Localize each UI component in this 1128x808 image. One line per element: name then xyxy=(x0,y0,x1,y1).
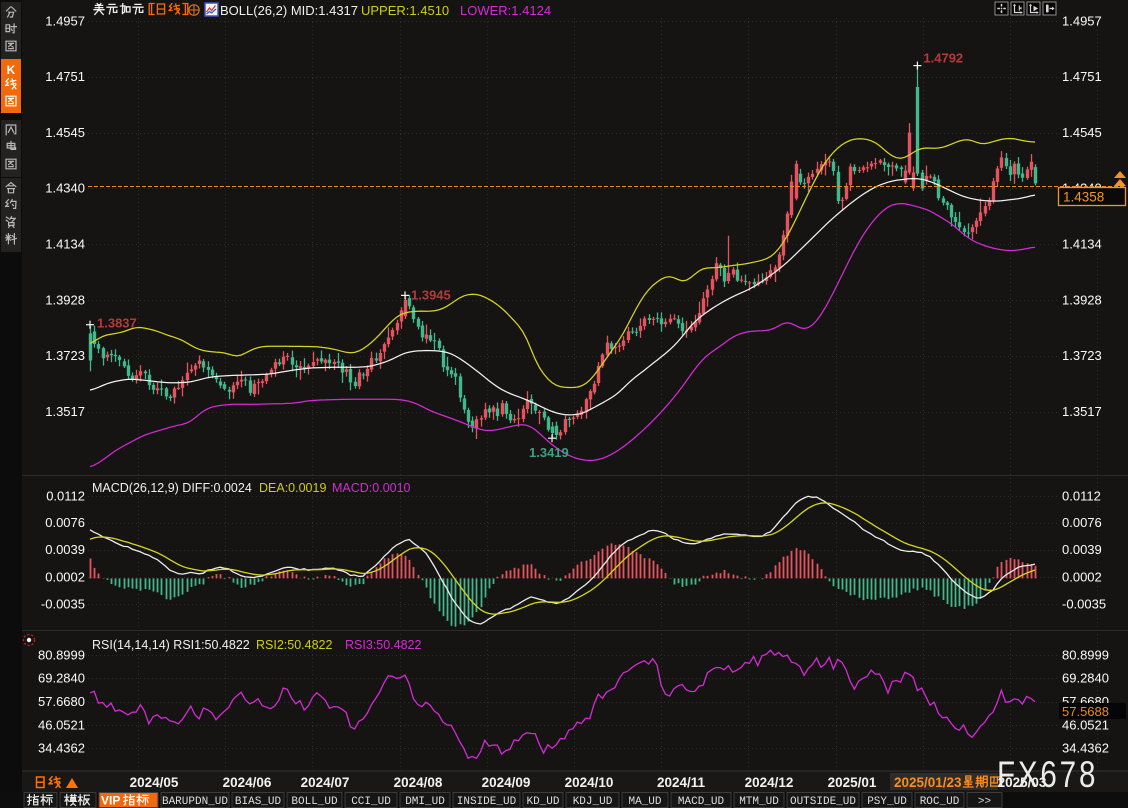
svg-text:0.0039: 0.0039 xyxy=(1062,542,1102,557)
svg-text:DEA:0.0019: DEA:0.0019 xyxy=(259,481,326,495)
svg-text:1.3723: 1.3723 xyxy=(1062,348,1102,363)
svg-text:1.4134: 1.4134 xyxy=(45,237,85,252)
svg-text:2025/01: 2025/01 xyxy=(828,775,877,790)
svg-text:2024/08: 2024/08 xyxy=(394,775,443,790)
svg-text:FX678: FX678 xyxy=(997,755,1098,796)
svg-text:2024/07: 2024/07 xyxy=(301,775,350,790)
svg-text:34.4362: 34.4362 xyxy=(1062,741,1109,756)
svg-text:RSI(14,14,14) RSI1:50.4822: RSI(14,14,14) RSI1:50.4822 xyxy=(92,638,250,652)
svg-text:1.3928: 1.3928 xyxy=(1062,293,1102,308)
svg-text:MACD_UD: MACD_UD xyxy=(678,796,725,808)
svg-text:2024/11: 2024/11 xyxy=(657,775,706,790)
svg-text:1.4792: 1.4792 xyxy=(923,51,963,66)
svg-text:CCI_UD: CCI_UD xyxy=(351,796,391,808)
svg-text:1.4340: 1.4340 xyxy=(45,181,85,196)
svg-text:0.0002: 0.0002 xyxy=(1062,569,1102,584)
svg-text:BARUPDN_UD: BARUPDN_UD xyxy=(162,796,228,808)
svg-text:ROC_UD: ROC_UD xyxy=(920,796,960,808)
svg-text:UPPER:1.4510: UPPER:1.4510 xyxy=(361,3,449,18)
svg-text:57.5688: 57.5688 xyxy=(1062,704,1109,719)
svg-text:-0.0035: -0.0035 xyxy=(1062,597,1106,612)
svg-text:MACD(26,12,9) DIFF:0.0024: MACD(26,12,9) DIFF:0.0024 xyxy=(92,481,252,495)
svg-text:0.0112: 0.0112 xyxy=(46,489,85,504)
svg-text:69.2840: 69.2840 xyxy=(38,671,85,686)
svg-text:1.4751: 1.4751 xyxy=(45,69,85,84)
svg-text:34.4362: 34.4362 xyxy=(38,741,85,756)
svg-text:0.0112: 0.0112 xyxy=(1062,489,1101,504)
svg-text:1.3928: 1.3928 xyxy=(45,293,85,308)
svg-text:2024/09: 2024/09 xyxy=(482,775,531,790)
svg-text:PSY_UD: PSY_UD xyxy=(867,796,907,808)
svg-text:1.3723: 1.3723 xyxy=(45,348,85,363)
svg-text:1.4545: 1.4545 xyxy=(45,125,85,140)
svg-text:OUTSIDE_UD: OUTSIDE_UD xyxy=(790,796,856,808)
svg-text:0.0076: 0.0076 xyxy=(1062,515,1102,530)
svg-text:2024/06: 2024/06 xyxy=(223,775,272,790)
svg-text:BOLL_UD: BOLL_UD xyxy=(291,796,338,808)
svg-text:2024/05: 2024/05 xyxy=(130,775,179,790)
svg-text:2024/10: 2024/10 xyxy=(565,775,614,790)
svg-text:K: K xyxy=(7,63,16,77)
svg-text:1.3837: 1.3837 xyxy=(97,316,137,331)
svg-text:0.0076: 0.0076 xyxy=(45,515,85,530)
svg-text:BIAS_UD: BIAS_UD xyxy=(235,796,282,808)
svg-text:1.3945: 1.3945 xyxy=(411,287,451,302)
svg-text:1.4545: 1.4545 xyxy=(1062,125,1102,140)
svg-text:BOLL(26,2) MID:1.4317: BOLL(26,2) MID:1.4317 xyxy=(220,3,358,18)
svg-text:80.8999: 80.8999 xyxy=(1062,648,1109,663)
svg-text:0.0039: 0.0039 xyxy=(45,542,85,557)
svg-text:80.8999: 80.8999 xyxy=(38,648,85,663)
svg-text:1.4358: 1.4358 xyxy=(1063,190,1104,205)
svg-text:2025/01/23: 2025/01/23 xyxy=(894,775,962,790)
svg-text:57.6680: 57.6680 xyxy=(38,694,85,709)
svg-text:1.4957: 1.4957 xyxy=(1062,13,1102,28)
svg-text:0.0002: 0.0002 xyxy=(45,569,85,584)
svg-text:1.4957: 1.4957 xyxy=(45,13,85,28)
svg-text:1.4751: 1.4751 xyxy=(1062,69,1102,84)
svg-text:KDJ_UD: KDJ_UD xyxy=(573,796,613,808)
svg-text:MACD:0.0010: MACD:0.0010 xyxy=(332,481,411,495)
svg-text:INSIDE_UD: INSIDE_UD xyxy=(457,796,517,808)
svg-text:69.2840: 69.2840 xyxy=(1062,671,1109,686)
svg-text:MTM_UD: MTM_UD xyxy=(739,796,779,808)
svg-text:1.3517: 1.3517 xyxy=(1062,404,1102,419)
svg-text:1.3517: 1.3517 xyxy=(45,404,85,419)
svg-text:1.4134: 1.4134 xyxy=(1062,237,1102,252)
svg-text:46.0521: 46.0521 xyxy=(38,717,85,732)
svg-text:KD_UD: KD_UD xyxy=(526,796,559,808)
svg-text:1.3419: 1.3419 xyxy=(529,445,569,460)
svg-text:-0.0035: -0.0035 xyxy=(41,597,85,612)
svg-text:RSI3:50.4822: RSI3:50.4822 xyxy=(345,638,421,652)
svg-text:DMI_UD: DMI_UD xyxy=(405,796,445,808)
svg-text:2024/12: 2024/12 xyxy=(745,775,794,790)
svg-text:46.0521: 46.0521 xyxy=(1062,717,1109,732)
svg-text:MA_UD: MA_UD xyxy=(628,796,661,808)
svg-text:VIP: VIP xyxy=(101,794,120,808)
svg-text:LOWER:1.4124: LOWER:1.4124 xyxy=(460,3,551,18)
svg-text:>>: >> xyxy=(978,796,991,808)
svg-text:RSI2:50.4822: RSI2:50.4822 xyxy=(256,638,332,652)
